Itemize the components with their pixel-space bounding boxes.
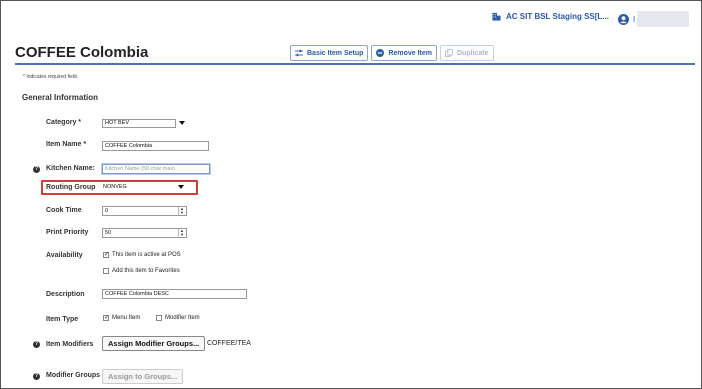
checkbox-checked-icon[interactable]: ✓ xyxy=(103,315,109,321)
checkbox-icon[interactable] xyxy=(156,315,162,321)
modifier-item-checkbox[interactable]: Modifier Item xyxy=(156,315,200,321)
modifier-item-label: Modifier Item xyxy=(165,315,200,321)
cook-time-value: 0 xyxy=(105,208,109,214)
assign-modifier-groups-button[interactable]: Assign Modifier Groups... xyxy=(102,336,206,351)
active-at-pos-checkbox[interactable]: ✓ This item is active at POS xyxy=(103,252,181,258)
duplicate-label: Duplicate xyxy=(457,49,489,57)
help-icon[interactable]: ? xyxy=(33,373,40,380)
cook-time-stepper[interactable]: 0 ▲ ▼ xyxy=(102,206,187,216)
user-avatar-icon xyxy=(618,13,629,25)
store-name: AC SIT BSL Staging SS[L... xyxy=(506,12,609,21)
help-icon[interactable]: ? xyxy=(33,341,40,348)
item-type-label: Item Type xyxy=(46,316,79,323)
help-icon[interactable]: ? xyxy=(33,166,40,173)
app-window: AC SIT BSL Staging SS[L... I COFFEE Colo… xyxy=(0,0,702,389)
print-priority-stepper[interactable]: 50 ▲ ▼ xyxy=(102,228,187,238)
item-modifiers-label: Item Modifiers xyxy=(46,341,94,348)
routing-group-label: Routing Group xyxy=(46,184,96,191)
description-input[interactable]: COFFEE Colombia DESC xyxy=(102,289,247,299)
store-selector[interactable]: AC SIT BSL Staging SS[L... xyxy=(492,12,609,21)
sliders-icon xyxy=(295,49,303,57)
remove-circle-icon xyxy=(376,49,385,57)
basic-item-setup-label: Basic Item Setup xyxy=(307,49,364,57)
category-label: Category * xyxy=(46,119,82,126)
print-priority-label: Print Priority xyxy=(46,229,89,236)
assign-to-groups-button[interactable]: Assign to Groups... xyxy=(102,369,184,384)
chevron-down-icon xyxy=(178,185,184,189)
section-title: General Information xyxy=(22,93,99,102)
kitchen-name-label: Kitchen Name: xyxy=(46,165,96,172)
print-priority-value: 50 xyxy=(105,230,112,236)
description-label: Description xyxy=(46,291,85,298)
chevron-down-icon xyxy=(179,121,185,125)
category-select[interactable]: HOT BEV xyxy=(102,119,176,128)
spin-down-icon[interactable]: ▼ xyxy=(178,211,185,215)
spin-down-icon[interactable]: ▼ xyxy=(178,233,185,237)
checkbox-icon[interactable] xyxy=(103,268,109,274)
remove-item-label: Remove Item xyxy=(388,49,432,57)
add-to-favorites-label: Add this item to Favorites xyxy=(112,268,180,274)
user-initial: I xyxy=(633,14,636,24)
top-bar: AC SIT BSL Staging SS[L... I xyxy=(1,1,701,35)
menu-item-checkbox[interactable]: ✓ Menu Item xyxy=(103,315,140,321)
category-dropdown-toggle[interactable] xyxy=(177,119,187,128)
menu-item-label: Menu Item xyxy=(112,315,141,321)
kitchen-name-input[interactable]: Kitchen Name (50 char max) xyxy=(102,164,210,174)
availability-label: Availability xyxy=(46,252,83,259)
copy-icon xyxy=(445,49,453,57)
required-note: * Indicates required field. xyxy=(23,74,79,80)
page-title: COFFEE Colombia xyxy=(15,44,149,61)
header-divider xyxy=(15,63,695,65)
category-value: HOT BEV xyxy=(105,120,130,126)
modifier-groups-label: Modifier Groups xyxy=(46,372,101,379)
user-menu[interactable]: I xyxy=(618,11,690,27)
routing-group-value: NONVEG xyxy=(103,184,127,190)
item-name-label: Item Name * xyxy=(46,141,87,148)
duplicate-button[interactable]: Duplicate xyxy=(440,45,494,61)
add-to-favorites-checkbox[interactable]: Add this item to Favorites xyxy=(103,268,180,274)
item-name-input[interactable]: COFFEE Colombia xyxy=(102,141,209,151)
print-priority-spin-buttons[interactable]: ▲ ▼ xyxy=(178,229,185,237)
building-icon xyxy=(492,12,501,21)
checkbox-checked-icon[interactable]: ✓ xyxy=(103,252,109,258)
remove-item-button[interactable]: Remove Item xyxy=(371,45,437,61)
item-toolbar: Basic Item Setup Remove Item Duplicate xyxy=(290,45,497,61)
cook-time-label: Cook Time xyxy=(46,207,82,214)
active-at-pos-label: This item is active at POS xyxy=(112,252,181,258)
basic-item-setup-button[interactable]: Basic Item Setup xyxy=(290,45,369,61)
routing-group-select[interactable]: NONVEG xyxy=(103,183,191,192)
user-name-redacted xyxy=(637,11,690,27)
cook-time-spin-buttons[interactable]: ▲ ▼ xyxy=(178,207,185,215)
item-modifiers-value: COFFEE/TEA xyxy=(207,340,251,347)
